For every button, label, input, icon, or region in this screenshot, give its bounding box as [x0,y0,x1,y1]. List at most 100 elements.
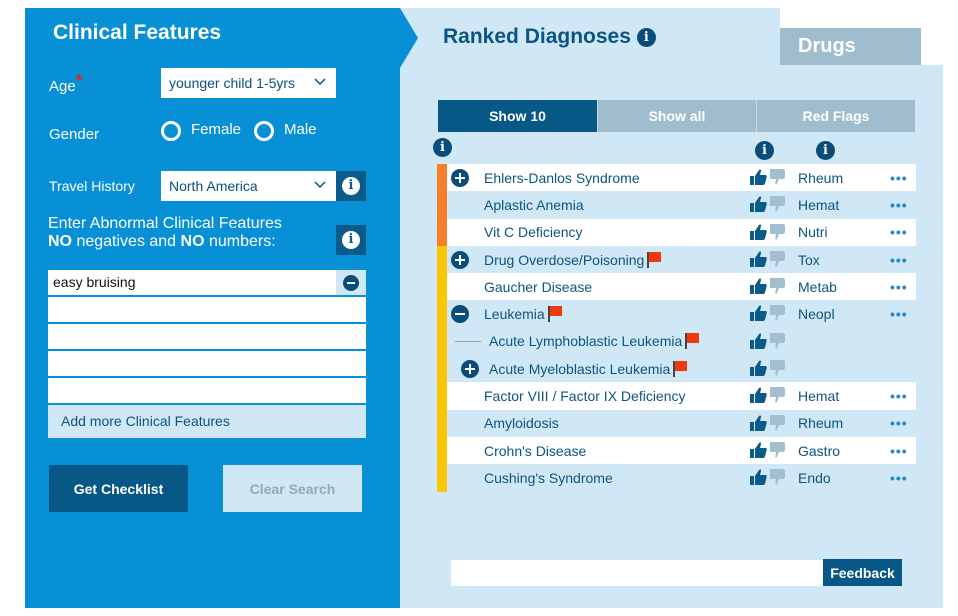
thumbs-up-icon[interactable] [750,469,767,490]
diagnosis-name[interactable]: Drug Overdose/Poisoning [484,251,662,268]
travel-info-button[interactable]: i [336,171,366,201]
thumbs-down-icon[interactable] [769,332,786,354]
diagnosis-name-text: Leukemia [484,306,545,323]
expand-plus-icon[interactable] [461,359,479,378]
diagnosis-row[interactable]: Leukemia Neopl ••• [437,300,916,328]
diagnosis-name[interactable]: Leukemia [484,306,562,323]
diagnosis-row[interactable]: Gaucher Disease Metab ••• [437,273,916,301]
get-checklist-button[interactable]: Get Checklist [49,465,188,512]
feature-input[interactable]: easy bruising [48,270,366,295]
rank-info-icon[interactable]: i [433,138,452,157]
thumbs-up-icon[interactable] [750,224,767,245]
feature-input[interactable] [48,351,366,376]
diagnosis-row[interactable]: Crohn's Disease Gastro ••• [437,436,916,465]
thumbs-up-icon[interactable] [750,278,767,299]
thumbs-up-icon[interactable] [750,360,767,381]
instructions-no: NO [48,233,72,250]
thumbs-down-icon[interactable] [769,441,786,463]
clear-search-button[interactable]: Clear Search [223,465,362,512]
feedback-info-icon[interactable]: i [755,141,774,160]
thumbs-down-icon[interactable] [769,305,786,326]
diagnosis-row[interactable]: Cushing's Syndrome Endo ••• [437,464,916,492]
expand-plus-icon[interactable] [451,250,469,269]
features-info-button[interactable]: i [336,225,366,255]
diagnosis-name[interactable]: Factor VIII / Factor IX Deficiency [484,388,686,404]
rank-indicator-bar [437,218,447,246]
more-options-icon[interactable]: ••• [890,279,908,295]
radio-label-female: Female [191,120,242,138]
thumbs-up-icon[interactable] [750,333,767,354]
gender-radio-female[interactable]: Female [161,121,241,141]
thumbs-down-icon[interactable] [769,469,786,490]
diagnosis-row[interactable]: Aplastic Anemia Hemat ••• [437,191,916,219]
collapse-minus-icon[interactable] [451,305,469,324]
thumbs-up-icon[interactable] [750,196,767,217]
thumbs-down-icon[interactable] [769,223,786,245]
diagnosis-name[interactable]: Amyloidosis [484,415,559,431]
diagnosis-name[interactable]: Crohn's Disease [484,443,586,459]
thumbs-down-icon[interactable] [769,169,786,190]
info-icon[interactable]: i [636,27,656,47]
expand-plus-icon[interactable] [451,168,469,187]
diagnosis-row[interactable]: Amyloidosis Rheum ••• [437,409,916,437]
diagnosis-name[interactable]: Acute Myeloblastic Leukemia [489,360,688,377]
tab-show-10[interactable]: Show 10 [438,100,597,132]
red-flag-icon [685,333,700,350]
add-more-features-button[interactable]: Add more Clinical Features [48,405,366,438]
thumbs-up-icon[interactable] [750,387,767,408]
thumbs-up-icon[interactable] [750,169,767,190]
diagnosis-name[interactable]: Cushing's Syndrome [484,470,613,486]
thumbs-down-icon[interactable] [769,196,786,217]
diagnosis-name[interactable]: Ehlers-Danlos Syndrome [484,170,640,186]
feature-input[interactable] [48,324,366,349]
thumbs-down-icon[interactable] [769,278,786,299]
thumbs-down-icon[interactable] [769,414,786,436]
thumbs-up-icon[interactable] [750,415,767,436]
thumbs-up-icon[interactable] [750,251,767,272]
more-options-icon[interactable]: ••• [890,170,908,186]
age-select[interactable]: younger child 1-5yrs [161,68,336,98]
diagnosis-name-text: Acute Lymphoblastic Leukemia [489,333,683,350]
diagnosis-row[interactable]: Ehlers-Danlos Syndrome Rheum ••• [437,164,916,192]
diagnosis-row[interactable]: Factor VIII / Factor IX Deficiency Hemat •… [437,382,916,410]
diagnosis-row[interactable]: Acute Myeloblastic Leukemia [437,355,916,383]
more-options-icon[interactable]: ••• [890,443,908,459]
thumbs-down-icon[interactable] [769,360,786,381]
more-options-icon[interactable]: ••• [890,224,908,240]
diagnosis-name-text: Acute Myeloblastic Leukemia [489,360,671,377]
radio-circle-icon[interactable] [161,121,181,141]
diagnosis-name[interactable]: Aplastic Anemia [484,197,584,213]
specialty-info-icon[interactable]: i [816,141,835,160]
more-options-icon[interactable]: ••• [890,415,908,431]
feature-input[interactable] [48,297,366,322]
more-options-icon[interactable]: ••• [890,388,908,404]
thumbs-up-icon[interactable] [750,442,767,463]
more-options-icon[interactable]: ••• [890,470,908,486]
diagnosis-name[interactable]: Acute Lymphoblastic Leukemia [489,333,700,350]
feature-input[interactable] [48,378,366,403]
thumbs-down-icon[interactable] [769,387,786,408]
thumbs-up-icon[interactable] [750,305,767,326]
radio-circle-icon[interactable] [254,121,274,141]
rank-indicator-bar [437,382,447,410]
more-options-icon[interactable]: ••• [890,252,908,268]
diagnosis-name[interactable]: Vit C Deficiency [484,224,583,240]
rank-indicator-bar [437,273,447,301]
more-options-icon[interactable]: ••• [890,197,908,213]
tab-show-all[interactable]: Show all [597,100,756,132]
thumbs-down-icon[interactable] [769,250,786,272]
remove-feature-button[interactable] [336,270,366,295]
chevron-down-icon [314,68,326,86]
diagnosis-row[interactable]: Vit C Deficiency Nutri ••• [437,218,916,246]
gender-radio-male[interactable]: Male [254,121,317,141]
more-options-icon[interactable]: ••• [890,306,908,322]
tab-red-flags[interactable]: Red Flags [756,100,915,132]
diagnosis-name[interactable]: Gaucher Disease [484,279,592,295]
travel-history-select[interactable]: North America [161,171,336,201]
diagnosis-row[interactable]: Drug Overdose/Poisoning Tox ••• [437,245,916,274]
feedback-button[interactable]: Feedback [823,559,902,586]
diagnosis-name-text: Ehlers-Danlos Syndrome [484,169,640,186]
feedback-input[interactable] [451,560,823,586]
drugs-tab[interactable]: Drugs [780,28,921,65]
diagnosis-row[interactable]: Acute Lymphoblastic Leukemia [437,327,916,356]
